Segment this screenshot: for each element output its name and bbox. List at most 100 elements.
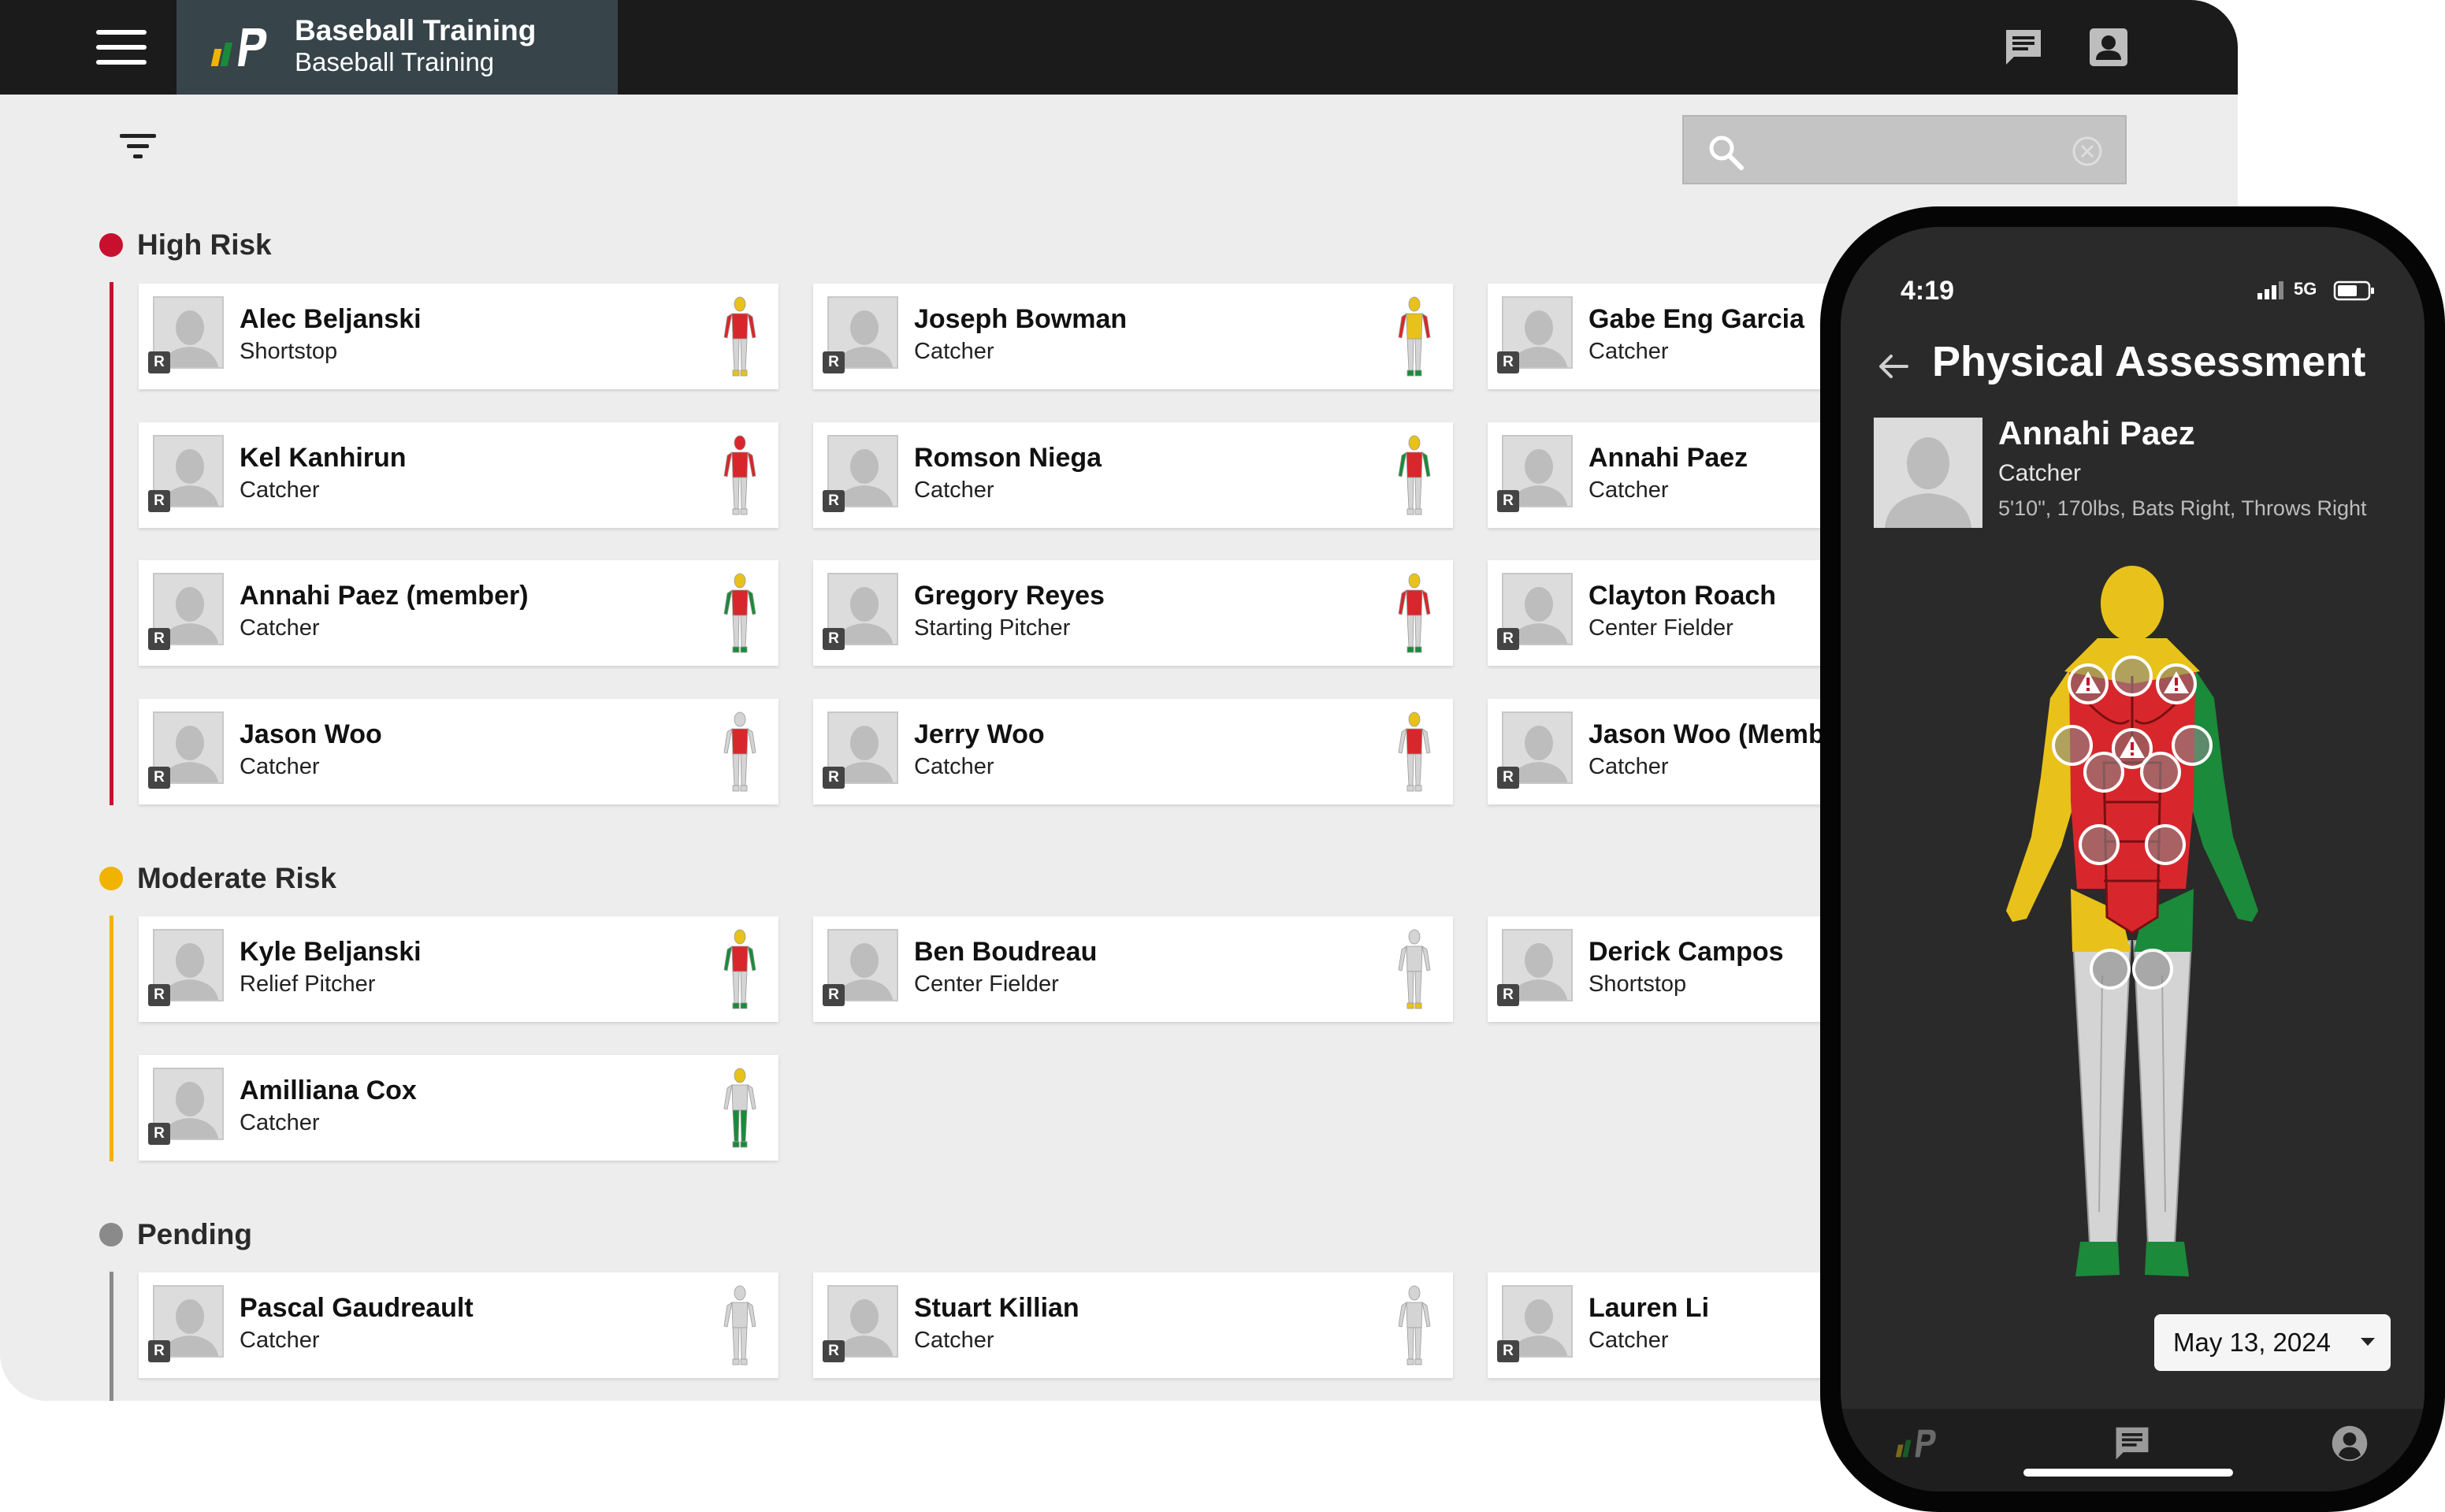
role-badge: R	[148, 1340, 170, 1362]
arms-mini-region	[723, 589, 733, 615]
arms-mini-region	[1421, 945, 1431, 971]
torso-mini-region	[731, 1302, 749, 1328]
assessment-marker[interactable]	[2172, 725, 2213, 766]
player-card[interactable]: R Ben Boudreau Center Fielder	[813, 916, 1453, 1022]
warning-marker[interactable]	[2156, 663, 2197, 704]
warning-marker[interactable]	[2068, 663, 2109, 704]
assessment-marker[interactable]	[2079, 824, 2120, 865]
player-position: Catcher	[240, 1110, 320, 1135]
torso-mini-region	[731, 451, 749, 478]
torso-mini-region	[731, 589, 749, 616]
player-card[interactable]: R Stuart Killian Catcher	[813, 1272, 1453, 1378]
chat-icon[interactable]	[2001, 25, 2046, 69]
athlete-name: Annahi Paez	[1998, 414, 2195, 451]
player-card[interactable]: R Jason Woo Catcher	[139, 699, 778, 804]
account-icon[interactable]	[2086, 25, 2131, 69]
torso-mini-region	[1406, 1302, 1423, 1328]
app-logo-icon	[211, 28, 267, 66]
arms-mini-region	[1398, 945, 1407, 971]
player-card[interactable]: R Alec Beljanski Shortstop	[139, 284, 778, 389]
torso-mini-region	[731, 313, 749, 340]
feet-mini-region	[1406, 508, 1414, 515]
body-status-icon	[723, 573, 756, 653]
assessment-marker[interactable]	[2112, 656, 2153, 697]
head-mini-region	[1408, 1285, 1421, 1301]
legs-mini-region	[732, 971, 740, 1004]
feet-mini-region	[740, 646, 748, 653]
nav-home-logo-icon[interactable]	[1896, 1423, 1937, 1464]
signal-icon	[2257, 281, 2283, 299]
player-card[interactable]: R Kel Kanhirun Catcher	[139, 422, 778, 528]
section-title: High Risk	[137, 228, 272, 261]
arms-mini-region	[1398, 728, 1407, 754]
player-card[interactable]: R Kyle Beljanski Relief Pitcher	[139, 916, 778, 1022]
assessment-marker[interactable]	[2145, 824, 2186, 865]
nav-chat-icon[interactable]	[2112, 1423, 2153, 1464]
feet-mini-region	[732, 508, 740, 515]
assessment-marker[interactable]	[2052, 725, 2093, 766]
role-badge: R	[148, 767, 170, 789]
body-status-icon	[723, 1068, 756, 1148]
player-name: Romson Niega	[914, 443, 1102, 473]
phone-screen: 4:19 5G Physical Assessment Annahi Paez	[1841, 227, 2425, 1492]
player-card[interactable]: R Romson Niega Catcher	[813, 422, 1453, 528]
team-title: Baseball Training	[295, 14, 537, 46]
menu-icon[interactable]	[96, 30, 147, 65]
search-input[interactable]	[1763, 128, 2078, 173]
player-card[interactable]: R Gregory Reyes Starting Pitcher	[813, 560, 1453, 666]
legs-mini-region	[740, 477, 748, 510]
clear-search-icon[interactable]	[2070, 134, 2105, 169]
nav-profile-icon[interactable]	[2329, 1423, 2370, 1464]
right-foot-region[interactable]	[2145, 1242, 2189, 1276]
assessment-marker[interactable]	[2090, 949, 2131, 990]
player-position: Relief Pitcher	[240, 971, 376, 997]
player-card[interactable]: R Annahi Paez (member) Catcher	[139, 560, 778, 666]
feet-mini-region	[732, 1358, 740, 1365]
legs-mini-region	[1414, 615, 1422, 648]
player-position: Shortstop	[240, 339, 338, 364]
player-card[interactable]: R Jerry Woo Catcher	[813, 699, 1453, 804]
torso-mini-region	[1406, 589, 1423, 616]
player-card[interactable]: R Pascal Gaudreault Catcher	[139, 1272, 778, 1378]
battery-icon	[2333, 280, 2374, 301]
role-badge: R	[1497, 1340, 1519, 1362]
player-card[interactable]: R Amilliana Cox Catcher	[139, 1055, 778, 1161]
left-foot-region[interactable]	[2075, 1242, 2120, 1276]
pending-dot	[99, 1223, 123, 1246]
role-badge: R	[148, 628, 170, 650]
player-position: Catcher	[240, 1328, 320, 1353]
legs-mini-region	[732, 477, 740, 510]
feet-mini-region	[1414, 785, 1422, 792]
arms-mini-region	[747, 313, 756, 339]
head-mini-region	[734, 296, 746, 312]
high-risk-bar	[110, 282, 113, 805]
body-status-icon	[1398, 1285, 1431, 1365]
filter-icon[interactable]	[120, 131, 162, 162]
feet-mini-region	[1414, 370, 1422, 377]
feet-mini-region	[1406, 1002, 1414, 1009]
back-arrow-icon[interactable]	[1874, 347, 1913, 386]
team-selector[interactable]: Baseball Training Baseball Training	[177, 0, 618, 95]
body-status-icon	[723, 435, 756, 515]
legs-mini-region	[740, 338, 748, 371]
date-select[interactable]: May 13, 2024	[2154, 1314, 2391, 1371]
assessment-marker[interactable]	[2083, 752, 2124, 793]
feet-mini-region	[1406, 646, 1414, 653]
head-region[interactable]	[2101, 566, 2164, 641]
player-card[interactable]: R Joseph Bowman Catcher	[813, 284, 1453, 389]
player-name: Gabe Eng Garcia	[1589, 304, 1804, 334]
torso-mini-region	[731, 945, 749, 972]
player-name: Pascal Gaudreault	[240, 1293, 474, 1323]
athlete-stats: 5'10", 170lbs, Bats Right, Throws Right	[1998, 496, 2367, 520]
assessment-marker[interactable]	[2132, 949, 2173, 990]
arms-mini-region	[723, 313, 733, 339]
status-time: 4:19	[1901, 276, 1955, 306]
feet-mini-region	[1414, 508, 1422, 515]
body-status-icon	[1398, 296, 1431, 377]
arms-mini-region	[723, 728, 733, 754]
role-badge: R	[823, 490, 845, 512]
feet-mini-region	[740, 370, 748, 377]
high-risk-dot	[99, 233, 123, 257]
feet-mini-region	[732, 785, 740, 792]
assessment-marker[interactable]	[2140, 752, 2181, 793]
